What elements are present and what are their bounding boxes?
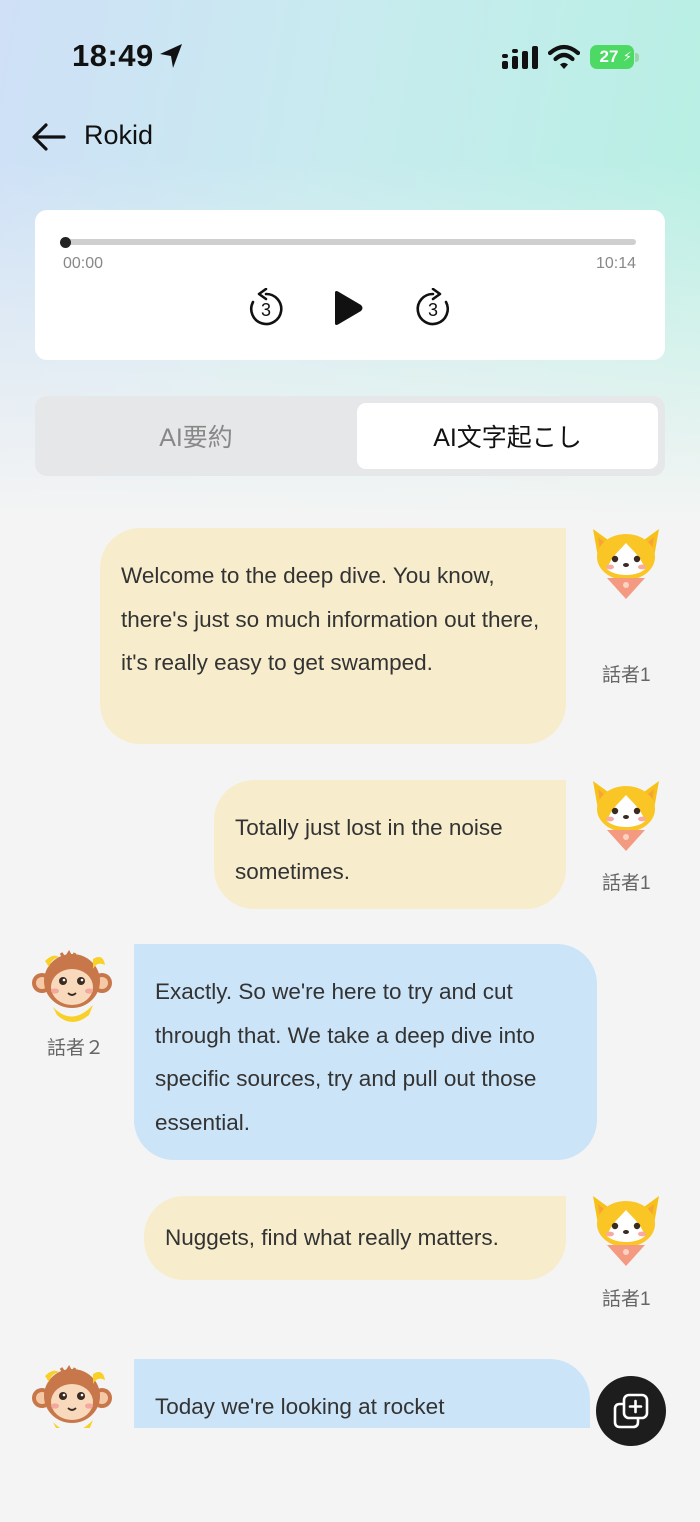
forward-seconds: 3 (428, 300, 438, 320)
location-arrow-icon (160, 44, 182, 68)
status-time: 18:49 (72, 38, 154, 73)
tab-ai-summary[interactable]: AI要約 (42, 403, 350, 469)
battery-icon: 27 ⚡ (590, 45, 640, 69)
message-text: Welcome to the deep dive. You know, ther… (121, 563, 540, 675)
rewind-seconds: 3 (261, 300, 271, 320)
view-tabs: AI要約 AI文字起こし (35, 396, 665, 476)
corgi-avatar (585, 775, 667, 857)
bottom-area (0, 1428, 700, 1522)
copy-add-button[interactable] (596, 1376, 666, 1446)
message-text: Exactly. So we're here to try and cut th… (155, 979, 537, 1135)
charging-bolt-icon: ⚡ (622, 49, 632, 64)
corgi-avatar (585, 1190, 667, 1272)
copy-plus-icon (613, 1393, 649, 1429)
speaker-label: 話者1 (602, 665, 651, 686)
monkey-avatar (31, 945, 113, 1027)
progress-track[interactable] (63, 239, 636, 245)
tab-ai-transcript[interactable]: AI文字起こし (357, 403, 658, 469)
speaker-label: 話者1 (602, 1289, 651, 1310)
play-icon[interactable] (329, 290, 365, 326)
message-text: Nuggets, find what really matters. (165, 1225, 499, 1250)
message-bubble: Totally just lost in the noise sometimes… (214, 780, 566, 909)
message-text: Today we're looking at rocket (155, 1394, 445, 1419)
message-bubble: Nuggets, find what really matters. (144, 1196, 566, 1280)
page-title: Rokid (84, 120, 154, 150)
speaker-label: 話者２ (47, 1038, 105, 1059)
corgi-avatar (585, 523, 667, 605)
status-bar: 18:49 27 ⚡ (0, 0, 700, 110)
forward-3-icon[interactable]: 3 (413, 288, 453, 328)
battery-cap (635, 53, 639, 62)
progress-knob[interactable] (60, 237, 71, 248)
message-bubble: Exactly. So we're here to try and cut th… (134, 944, 597, 1160)
rewind-3-icon[interactable]: 3 (246, 288, 286, 328)
total-time: 10:14 (595, 255, 636, 272)
back-arrow-icon[interactable] (30, 118, 68, 156)
wifi-icon (548, 44, 580, 69)
speaker-label: 話者1 (602, 873, 651, 894)
message-text: Totally just lost in the noise sometimes… (235, 815, 503, 884)
audio-player: 00:00 10:14 3 3 (35, 210, 665, 360)
message-bubble: Welcome to the deep dive. You know, ther… (100, 528, 566, 744)
signal-icon (502, 46, 538, 69)
current-time: 00:00 (63, 255, 104, 272)
